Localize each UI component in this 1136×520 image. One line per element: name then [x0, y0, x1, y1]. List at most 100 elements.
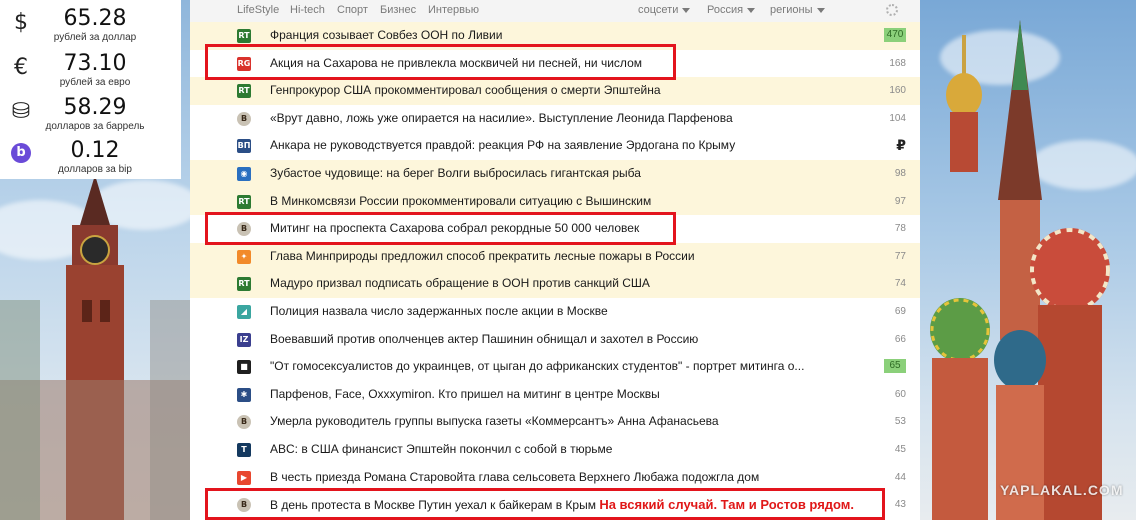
highlight-frame — [205, 212, 676, 245]
background-cathedral-right — [920, 0, 1136, 520]
category-nav: LifeStyle Hi-tech Спорт Бизнес Интервью … — [190, 0, 920, 23]
headline-text: Генпрокурор США прокомментировал сообщен… — [270, 83, 661, 98]
headline-text: Зубастое чудовище: на берег Волги выброс… — [270, 166, 641, 180]
news-headline-link[interactable]: Полиция назвала число задержанных после … — [270, 304, 870, 318]
source-logo-icon: ВП — [237, 139, 251, 154]
news-row[interactable]: IZ Воевавший против ополченцев актер Паши… — [190, 326, 920, 354]
headline-text: Полиция назвала число задержанных после … — [270, 304, 608, 318]
reads-count: 44 — [894, 471, 906, 483]
rate-value: 58.29 — [63, 95, 127, 120]
news-row[interactable]: В Умерла руководитель группы выпуска газе… — [190, 408, 920, 436]
headline-text: ABC: в США финансист Эпштейн покончил с … — [270, 442, 613, 456]
source-logo-icon: ◢ — [237, 305, 251, 319]
source-logo-icon: T — [237, 443, 251, 457]
source-logo-icon: RT — [237, 277, 251, 292]
dollar-icon: $ — [14, 10, 28, 35]
headline-text: Мадуро призвал подписать обращение в ООН… — [270, 276, 650, 291]
source-logo-icon: ◉ — [237, 167, 251, 181]
news-headline-link[interactable]: В Минкомсвязи России прокомментировали с… — [270, 194, 870, 208]
reads-count: 53 — [894, 416, 906, 428]
nav-link-interview[interactable]: Интервью — [428, 4, 479, 16]
headline-text: Анкара не руководствуется правдой: реакц… — [270, 138, 736, 153]
reads-count: 45 — [894, 444, 906, 455]
source-logo-icon: RT — [237, 194, 251, 209]
news-headline-link[interactable]: Зубастое чудовище: на берег Волги выброс… — [270, 166, 870, 180]
source-logo-icon: ✦ — [237, 249, 251, 264]
news-headline-link[interactable]: Умерла руководитель группы выпуска газет… — [270, 414, 870, 428]
reads-count: 69 — [894, 306, 906, 317]
reads-count: 77 — [894, 250, 906, 262]
news-headline-link[interactable]: Франция созывает Совбез ООН по Ливии — [270, 28, 870, 42]
rate-label: долларов за баррель — [45, 121, 145, 132]
rate-value: 65.28 — [63, 6, 127, 31]
rate-label: рублей за евро — [59, 77, 131, 88]
news-row[interactable]: В «Врут давно, ложь уже опирается на наси… — [190, 105, 920, 133]
news-headline-link[interactable]: ABC: в США финансист Эпштейн покончил с … — [270, 442, 870, 456]
news-headline-link[interactable]: Воевавший против ополченцев актер Пашини… — [270, 332, 870, 346]
news-row[interactable]: ✦ Глава Минприроды предложил способ прекр… — [190, 242, 920, 271]
news-row[interactable]: RT Мадуро призвал подписать обращение в О… — [190, 270, 920, 298]
headline-text: "От гомосексуалистов до украинцев, от цы… — [270, 359, 805, 374]
news-headline-link[interactable]: Парфенов, Face, Oxxxymiron. Кто пришел н… — [270, 387, 870, 401]
reads-count: 104 — [889, 112, 906, 124]
currency-rates-panel: $ 65.28 рублей за доллар € 73.10 рублей … — [0, 0, 181, 179]
news-headline-link[interactable]: Генпрокурор США прокомментировал сообщен… — [270, 83, 870, 97]
reads-count: 66 — [894, 333, 906, 345]
news-headline-link[interactable]: «Врут давно, ложь уже опирается на насил… — [270, 111, 870, 125]
nav-link-business[interactable]: Бизнес — [380, 4, 416, 16]
reads-count: 97 — [894, 195, 906, 207]
watermark: YAPLAKAL.COM — [1000, 482, 1124, 498]
reads-count: 60 — [894, 388, 906, 400]
news-row[interactable]: ВП Анкара не руководствуется правдой: реа… — [190, 132, 920, 160]
source-logo-icon: RT — [237, 29, 251, 43]
news-row[interactable]: ◉ Зубастое чудовище: на берег Волги выбро… — [190, 160, 920, 188]
rate-value: 73.10 — [63, 51, 127, 76]
headline-text: Умерла руководитель группы выпуска газет… — [270, 414, 719, 429]
news-headline-link[interactable]: "От гомосексуалистов до украинцев, от цы… — [270, 359, 870, 373]
dropdown-regions[interactable]: регионы — [770, 4, 825, 16]
rate-usd: $ 65.28 рублей за доллар — [0, 4, 181, 48]
rate-value: 0.12 — [70, 138, 120, 163]
euro-icon: € — [14, 55, 28, 80]
source-logo-icon: ■ — [237, 360, 251, 375]
news-row[interactable]: ◢ Полиция назвала число задержанных после… — [190, 298, 920, 326]
settings-icon[interactable] — [886, 4, 898, 16]
headline-text: Воевавший против ополченцев актер Пашини… — [270, 331, 699, 346]
nav-link-sport[interactable]: Спорт — [337, 4, 368, 16]
rate-bip: b 0.12 долларов за bip — [0, 136, 181, 180]
source-logo-icon: В — [237, 111, 251, 126]
source-logo-icon: ✱ — [237, 387, 251, 402]
headline-text: Парфенов, Face, Oxxxymiron. Кто пришел н… — [270, 386, 660, 401]
news-headline-link[interactable]: В честь приезда Романа Старовойта глава … — [270, 470, 870, 484]
reads-count: 168 — [889, 57, 906, 69]
news-headline-link[interactable]: Мадуро призвал подписать обращение в ООН… — [270, 276, 870, 290]
rate-eur: € 73.10 рублей за евро — [0, 49, 181, 93]
reads-count: 98 — [894, 168, 906, 179]
news-row[interactable]: T ABC: в США финансист Эпштейн покончил с… — [190, 436, 920, 464]
st-basils-cathedral-icon — [930, 20, 1110, 520]
source-logo-icon: В — [237, 415, 251, 430]
dropdown-country[interactable]: Россия — [707, 4, 755, 16]
reads-count: 65 — [884, 359, 906, 374]
rate-label: рублей за доллар — [53, 32, 137, 43]
bip-coin-icon: b — [11, 143, 31, 163]
news-headline-link[interactable]: Глава Минприроды предложил способ прекра… — [270, 249, 870, 263]
rate-oil: ⛁ 58.29 долларов за баррель — [0, 93, 181, 137]
news-headline-link[interactable]: Анкара не руководствуется правдой: реакц… — [270, 138, 870, 152]
highlight-frame — [205, 488, 885, 520]
news-row[interactable]: RT Генпрокурор США прокомментировал сообщ… — [190, 77, 920, 105]
news-row[interactable]: ■ "От гомосексуалистов до украинцев, от ц… — [190, 353, 920, 381]
news-row[interactable]: ✱ Парфенов, Face, Oxxxymiron. Кто пришел … — [190, 381, 920, 409]
dropdown-social[interactable]: соцсети — [638, 4, 690, 16]
nav-link-hitech[interactable]: Hi-tech — [290, 4, 325, 16]
headline-text: «Врут давно, ложь уже опирается на насил… — [270, 110, 733, 125]
reads-count: 74 — [894, 278, 906, 290]
headline-text: В Минкомсвязи России прокомментировали с… — [270, 193, 652, 208]
oil-barrel-icon: ⛁ — [11, 99, 31, 124]
highlight-frame — [205, 44, 676, 80]
nav-link-lifestyle[interactable]: LifeStyle — [237, 4, 279, 16]
reads-count: 470 — [884, 28, 906, 42]
headline-text: В честь приезда Романа Старовойта глава … — [270, 469, 760, 484]
reads-count: 78 — [894, 223, 906, 235]
reads-count: 160 — [889, 85, 906, 97]
